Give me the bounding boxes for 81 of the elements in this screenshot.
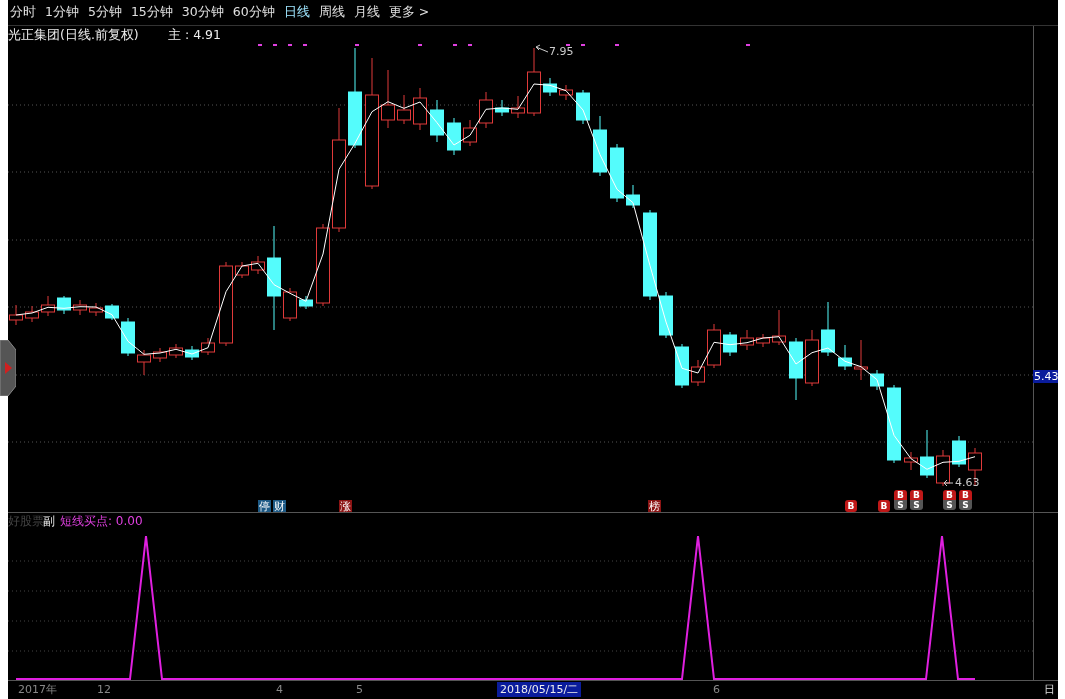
pane-label: 副 — [43, 515, 55, 527]
candlestick — [413, 87, 427, 131]
candlestick — [740, 329, 754, 351]
candlestick — [251, 255, 265, 275]
date-label: 12 — [97, 684, 111, 695]
period-label: 日 — [1044, 684, 1055, 695]
period-tab[interactable]: 更多 — [388, 3, 415, 22]
candlestick — [870, 369, 884, 391]
candlestick — [772, 309, 786, 346]
candlestick — [381, 69, 395, 129]
date-label: 6 — [713, 684, 720, 695]
candlestick — [659, 291, 673, 339]
period-tab[interactable]: 5分钟 — [87, 3, 122, 22]
candlestick — [576, 89, 590, 125]
candlestick — [235, 261, 249, 279]
candlestick — [838, 344, 852, 371]
candlestick — [57, 295, 71, 315]
candlestick — [675, 343, 689, 389]
period-tab[interactable]: 周线 — [318, 3, 345, 22]
candlestick — [543, 77, 557, 97]
price-marker: 5.43 — [1033, 370, 1058, 383]
candlestick — [691, 359, 705, 387]
candlestick — [137, 349, 151, 376]
candlestick — [904, 451, 918, 471]
candlestick — [626, 184, 640, 209]
candlestick — [920, 429, 934, 479]
candlestick — [397, 94, 411, 125]
candlestick — [952, 435, 966, 468]
candlestick — [511, 95, 525, 119]
candlestick — [153, 347, 167, 363]
buy-signal-badge[interactable]: B — [878, 500, 890, 512]
leader-line — [943, 479, 954, 487]
candlestick — [756, 333, 770, 348]
candlestick — [201, 337, 215, 356]
period-tab[interactable]: 30分钟 — [181, 3, 224, 22]
buy-signal-badge[interactable]: B — [845, 500, 857, 512]
candlestick — [283, 287, 297, 322]
period-tab[interactable]: 分时 — [10, 3, 36, 22]
candlestick — [805, 329, 819, 387]
high-price-label: 7.95 — [549, 46, 574, 57]
date-label: 5 — [356, 684, 363, 695]
period-tab[interactable]: 15分钟 — [130, 3, 173, 22]
indicator-name: 好股票 — [8, 515, 44, 527]
period-tab[interactable]: 60分钟 — [232, 3, 275, 22]
candlestick — [723, 331, 737, 357]
more-arrow[interactable]: > — [418, 3, 430, 22]
candlestick — [447, 117, 461, 156]
candlestick — [463, 119, 477, 147]
candlestick — [89, 302, 103, 317]
period-tab[interactable]: 月线 — [353, 3, 380, 22]
date-label: 2017年 — [18, 684, 57, 695]
indicator-value: 短线买点: 0.00 — [60, 515, 143, 527]
candlestick — [73, 299, 87, 316]
candlestick — [610, 143, 624, 203]
candlestick — [299, 295, 313, 310]
date-label: 4 — [276, 684, 283, 695]
indicator-value: 主 : 4.91 — [168, 29, 221, 42]
candlestick — [41, 295, 55, 317]
candlestick — [707, 323, 721, 369]
candlestick — [559, 84, 573, 101]
candlestick — [25, 305, 39, 323]
candlestick — [430, 99, 444, 143]
candlestick — [789, 337, 803, 401]
candlestick — [121, 317, 135, 357]
period-tab[interactable]: 日线 — [283, 3, 310, 22]
chart-title: 光正集团(日线.前复权) — [8, 29, 139, 42]
low-price-label: 4.63 — [955, 477, 980, 488]
candlestick — [527, 47, 541, 117]
candlestick — [936, 449, 950, 487]
candlestick — [854, 339, 868, 381]
candlestick — [593, 115, 607, 177]
candlestick — [479, 91, 493, 129]
candlestick — [495, 99, 509, 117]
candlestick — [169, 343, 183, 359]
candlestick — [821, 301, 835, 357]
candlestick — [105, 303, 119, 321]
leader-line — [535, 44, 549, 53]
candlestick — [185, 345, 199, 361]
collapse-handle[interactable] — [0, 340, 16, 396]
cursor-date: 2018/05/15/二 — [497, 682, 582, 697]
period-tab[interactable]: 1分钟 — [45, 3, 79, 22]
